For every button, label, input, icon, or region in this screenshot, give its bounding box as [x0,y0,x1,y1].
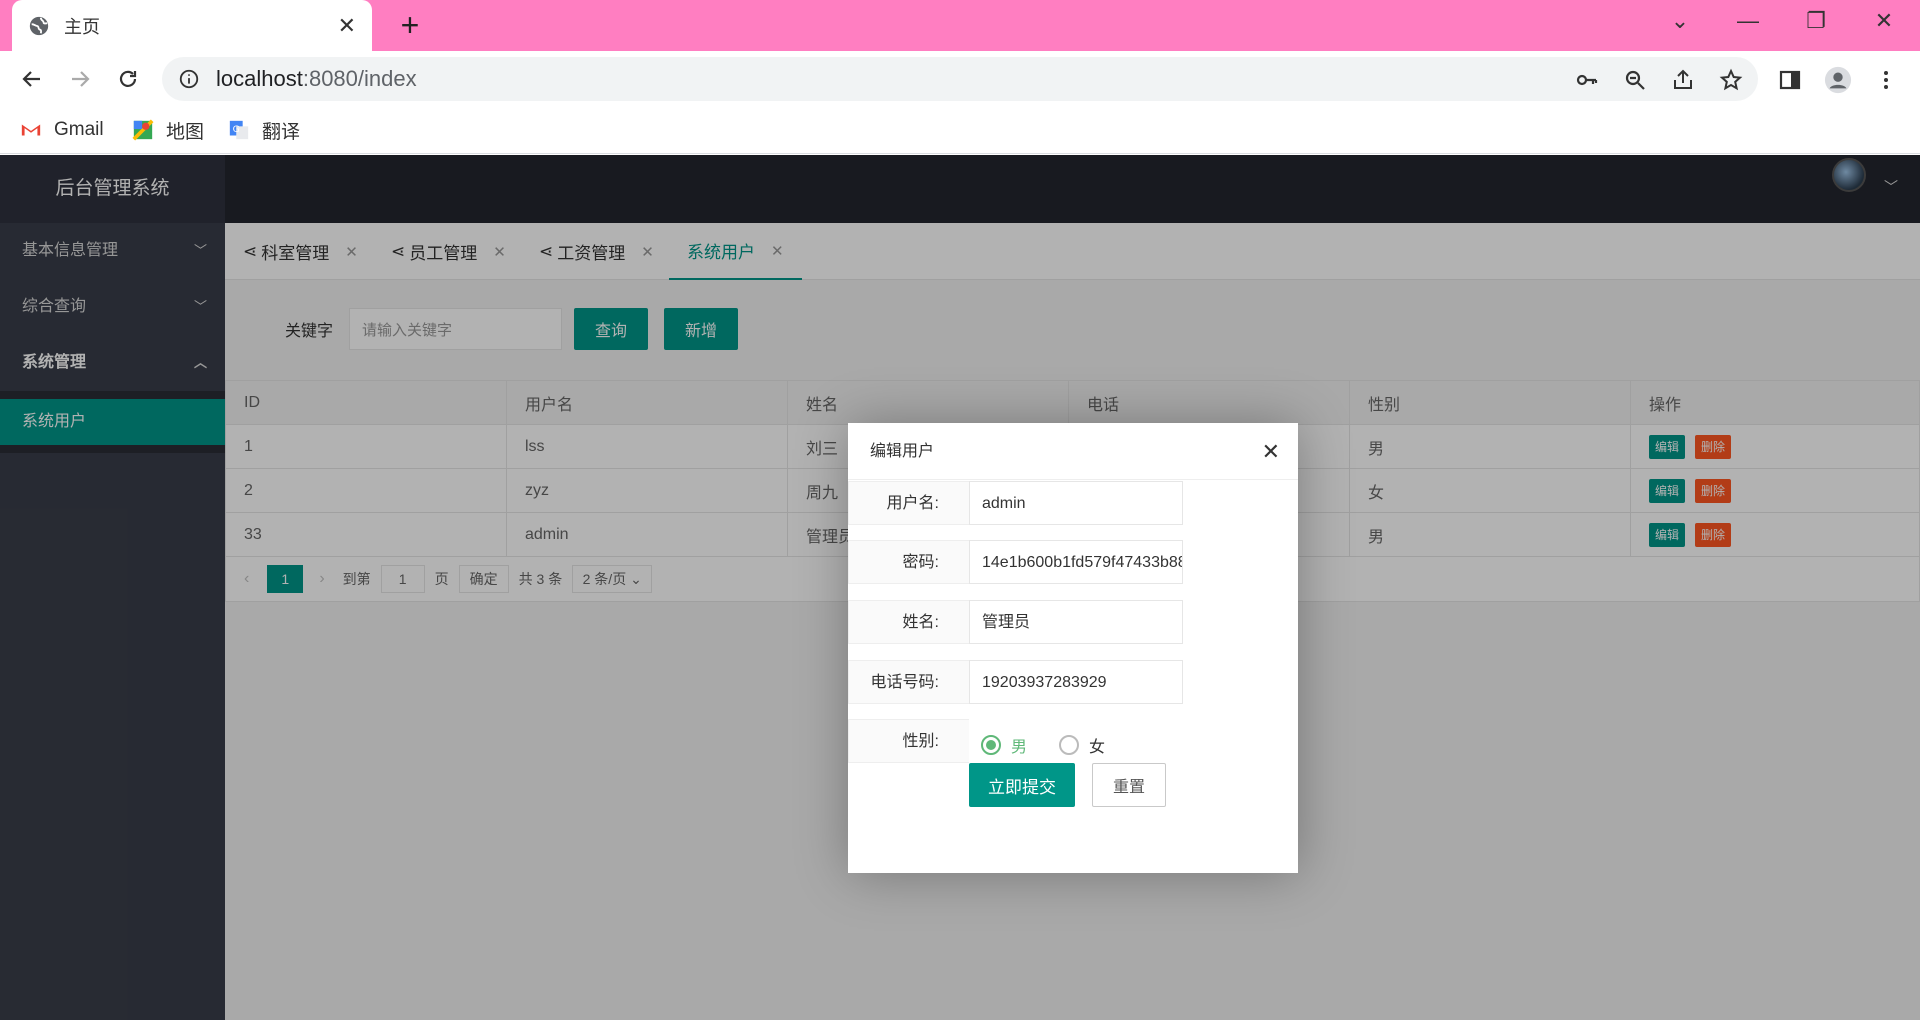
back-button[interactable] [14,61,50,97]
reset-button[interactable]: 重置 [1092,763,1166,807]
back-arrow-icon [22,71,40,87]
phone-field[interactable]: 19203937283929 [969,660,1183,704]
forward-button[interactable] [62,61,98,97]
zoom-icon[interactable] [1622,67,1648,93]
key-icon[interactable] [1574,67,1600,93]
restore-button[interactable]: ❐ [1796,8,1836,38]
bookmarks-bar: Gmail 地图 G 翻译 [0,106,1920,154]
bookmark-translate[interactable]: G 翻译 [228,114,300,146]
radio-unchecked-icon [1059,735,1080,755]
kebab-menu-icon[interactable] [1872,66,1900,94]
reload-icon [119,70,137,87]
bookmark-maps[interactable]: 地图 [132,114,204,146]
info-icon[interactable] [178,68,200,90]
address-bar[interactable]: localhost:8080/index [162,57,1758,101]
gender-radio-group: 男 女 [969,719,1137,763]
share-icon[interactable] [1670,67,1696,93]
radio-checked-icon [981,735,1001,755]
gender-radio-male[interactable]: 男 [981,733,1027,757]
translate-icon: G [229,120,249,140]
submit-button[interactable]: 立即提交 [969,763,1075,807]
tab-search-icon[interactable]: ⌄ [1660,8,1700,38]
gmail-icon [21,124,41,136]
minimize-button[interactable]: — [1728,8,1768,38]
form-row-gender: 性别: 男 女 [848,719,1183,763]
phone-label: 电话号码: [848,660,969,704]
gender-label: 性别: [848,719,969,763]
browser-tab[interactable]: 主页 ✕ [12,0,372,51]
svg-text:G: G [233,124,240,135]
tab-close-icon[interactable]: ✕ [338,13,356,39]
browser-toolbar: localhost:8080/index [0,51,1920,106]
url-text: localhost:8080/index [216,66,417,91]
gender-radio-female[interactable]: 女 [1059,733,1105,757]
close-window-button[interactable]: ✕ [1864,8,1904,38]
username-field[interactable]: admin [969,481,1183,525]
bookmark-gmail[interactable]: Gmail [20,114,104,146]
bookmark-star-icon[interactable] [1718,67,1744,93]
dialog-title: 编辑用户 [848,423,1298,480]
username-label: 用户名: [848,481,969,525]
reload-button[interactable] [110,61,146,97]
form-row-password: 密码: 14e1b600b1fd579f47433b88 [848,540,1183,584]
name-label: 姓名: [848,600,969,644]
form-row-name: 姓名: 管理员 [848,600,1183,644]
close-icon[interactable]: ✕ [1262,439,1280,465]
new-tab-button[interactable]: + [390,6,430,46]
browser-tabbar: 主页 ✕ + ⌄ — ❐ ✕ [0,0,1920,51]
edit-user-dialog: 编辑用户 ✕ 用户名: admin 密码: 14e1b600b1fd579f47… [848,423,1298,873]
browser-tab-title: 主页 [64,16,100,37]
form-row-phone: 电话号码: 19203937283929 [848,660,1183,704]
forward-arrow-icon [72,71,90,87]
profile-icon[interactable] [1824,66,1852,94]
password-label: 密码: [848,540,969,584]
globe-icon [29,16,49,35]
side-panel-icon[interactable] [1776,66,1804,94]
maps-icon [132,119,154,141]
password-field[interactable]: 14e1b600b1fd579f47433b88 [969,540,1183,584]
form-row-username: 用户名: admin [848,481,1183,525]
name-field[interactable]: 管理员 [969,600,1183,644]
